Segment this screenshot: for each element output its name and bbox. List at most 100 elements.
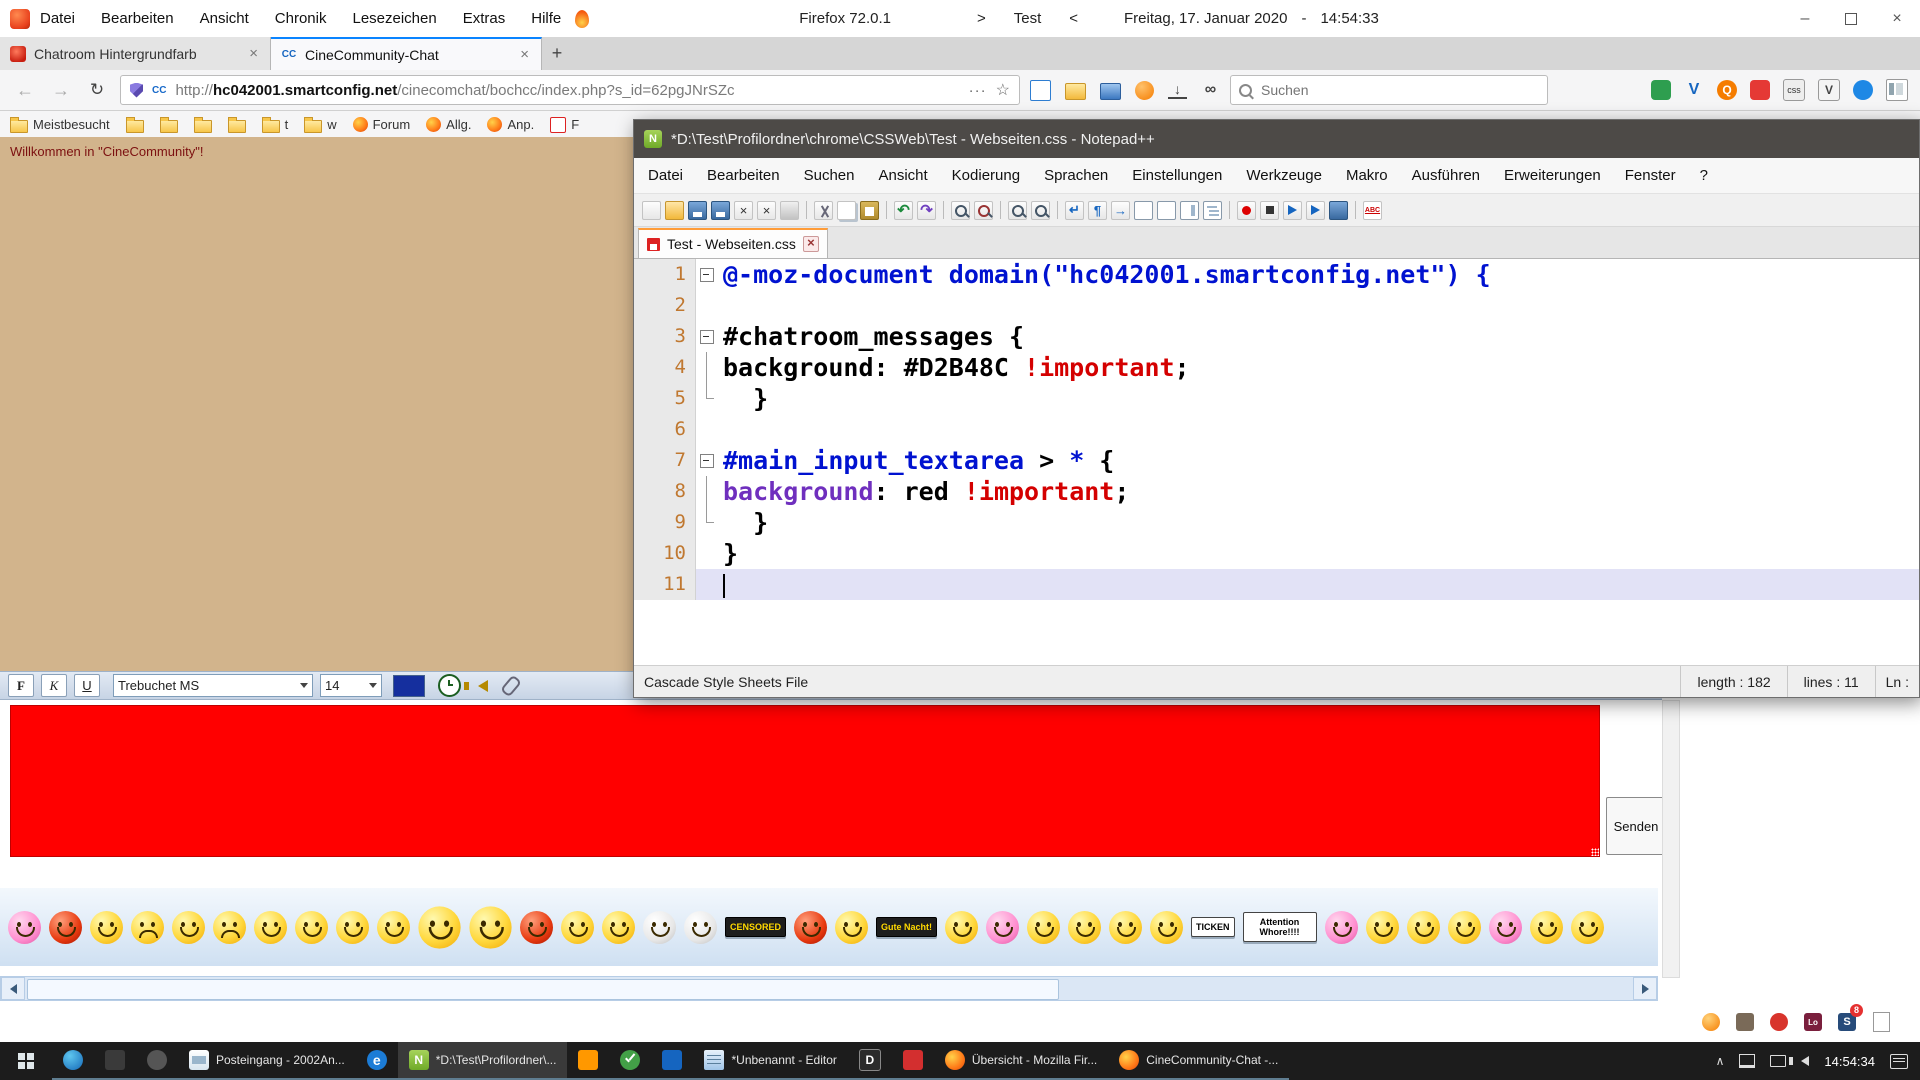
menubar-item[interactable]: Kodierung [952, 167, 1020, 184]
toolbar-icon[interactable] [1260, 201, 1279, 220]
emoticon[interactable] [1150, 911, 1183, 944]
menubar-item[interactable]: Bearbeiten [101, 10, 174, 27]
bookmark-item[interactable]: w [304, 117, 336, 133]
status-icon[interactable] [1734, 1011, 1756, 1033]
minimize-button[interactable]: – [1782, 0, 1828, 37]
bookmark-item[interactable] [194, 117, 212, 133]
toolbar-icon[interactable] [1237, 201, 1256, 220]
toolbar-icon[interactable] [1008, 201, 1027, 220]
taskbar-item[interactable] [848, 1042, 892, 1080]
font-color-swatch[interactable] [393, 675, 425, 697]
scrollbar-thumb[interactable] [27, 979, 1059, 1000]
emoticon[interactable] [1489, 911, 1522, 944]
url-bar[interactable]: CC http://hc042001.smartconfig.net/cinec… [120, 75, 1020, 105]
code-line[interactable]: 10} [634, 538, 1919, 569]
menubar-item[interactable]: Werkzeuge [1246, 167, 1322, 184]
tracking-shield-icon[interactable] [130, 83, 143, 98]
code-line[interactable]: 2 [634, 290, 1919, 321]
emoticon[interactable] [254, 911, 287, 944]
toolbar-icon[interactable] [1355, 201, 1356, 219]
code-line[interactable]: 9 } [634, 507, 1919, 538]
emoticon[interactable] [643, 911, 676, 944]
extension-icon[interactable]: V [1684, 80, 1704, 100]
search-input[interactable] [1259, 81, 1539, 99]
horizontal-scrollbar[interactable] [0, 976, 1658, 1001]
taskbar-item[interactable]: Posteingang - 2002An... [178, 1042, 356, 1080]
vertical-scrollbar[interactable] [1662, 700, 1680, 978]
clock-icon[interactable] [438, 674, 461, 697]
emoticon[interactable] [1366, 911, 1399, 944]
menubar-item[interactable]: Chronik [275, 10, 327, 27]
toolbar-icon[interactable] [1100, 83, 1121, 100]
emoticon[interactable] [794, 911, 827, 944]
extension-icon[interactable] [1750, 80, 1770, 100]
extension-icon[interactable]: css [1783, 79, 1805, 101]
toolbar-icon[interactable]: ↵ [1065, 201, 1084, 220]
emoticon[interactable] [602, 911, 635, 944]
extension-icon[interactable]: V [1818, 79, 1840, 101]
emoticon[interactable] [1571, 911, 1604, 944]
menubar-item[interactable]: Suchen [804, 167, 855, 184]
toolbar-icon[interactable] [665, 201, 684, 220]
toolbar-icon[interactable] [1000, 201, 1001, 219]
code-line[interactable]: 1@-moz-document domain("hc042001.smartco… [634, 259, 1919, 290]
extension-icon[interactable]: Q [1717, 80, 1737, 100]
emoticon[interactable] [835, 911, 868, 944]
toolbar-icon[interactable] [780, 201, 799, 220]
resize-handle[interactable] [1591, 848, 1599, 856]
bookmark-star-icon[interactable]: ☆ [996, 80, 1010, 100]
toolbar-icon[interactable] [1057, 201, 1058, 219]
tab-chatroom-hintergrundfarbe[interactable]: Chatroom Hintergrundfarb × [0, 37, 271, 70]
bold-button[interactable]: F [8, 674, 34, 697]
toolbar-icon[interactable] [1203, 201, 1222, 220]
bookmark-item[interactable] [160, 117, 178, 133]
italic-button[interactable]: K [41, 674, 67, 697]
maximize-button[interactable] [1828, 0, 1874, 37]
menubar-item[interactable]: Lesezeichen [352, 10, 436, 27]
network-icon[interactable] [1739, 1054, 1755, 1068]
toolbar-icon[interactable]: ↓ [1168, 82, 1187, 99]
code-line[interactable]: 6 [634, 414, 1919, 445]
url-text[interactable]: http://hc042001.smartconfig.net/cinecomc… [175, 82, 734, 99]
toolbar-icon[interactable] [1180, 201, 1199, 220]
toolbar-icon[interactable]: ↷ [917, 201, 936, 220]
toolbar-icon[interactable] [1157, 201, 1176, 220]
taskbar-item[interactable]: *Unbenannt - Editor [693, 1042, 847, 1080]
scroll-left-button[interactable] [1, 977, 25, 1000]
toolbar-icon[interactable] [1030, 80, 1051, 101]
font-size-select[interactable]: 14 [320, 674, 382, 697]
menubar-item[interactable]: Datei [648, 167, 683, 184]
notepad-titlebar[interactable]: N *D:\Test\Profilordner\chrome\CSSWeb\Te… [634, 120, 1919, 158]
status-icon[interactable]: S 8 [1836, 1011, 1858, 1033]
volume-icon[interactable] [1801, 1056, 1809, 1066]
emoticon[interactable] [295, 911, 328, 944]
notepad-editor[interactable]: 1@-moz-document domain("hc042001.smartco… [634, 259, 1919, 665]
toolbar-icon[interactable] [974, 201, 993, 220]
toolbar-icon[interactable] [1135, 81, 1154, 100]
menubar-item[interactable]: Bearbeiten [707, 167, 780, 184]
emoticon[interactable] [131, 911, 164, 944]
taskbar-item[interactable] [651, 1042, 693, 1080]
toolbar-icon[interactable] [688, 201, 707, 220]
emoticon[interactable] [561, 911, 594, 944]
emoticon[interactable] [986, 911, 1019, 944]
notepad-tab[interactable]: Test - Webseiten.css × [638, 228, 828, 258]
taskbar-item[interactable] [94, 1042, 136, 1080]
emoticon[interactable] [1109, 911, 1142, 944]
emoticon[interactable] [1448, 911, 1481, 944]
emoticon[interactable] [1530, 911, 1563, 944]
tab-close-icon[interactable]: × [803, 236, 819, 252]
toolbar-icon[interactable] [886, 201, 887, 219]
toolbar-icon[interactable]: × [734, 201, 753, 220]
status-icon[interactable] [1768, 1011, 1790, 1033]
toolbar-icon[interactable] [1283, 201, 1302, 220]
menubar-item[interactable]: Ansicht [200, 10, 249, 27]
toolbar-icon[interactable] [1134, 201, 1153, 220]
bookmark-item[interactable]: Allg. [426, 117, 471, 132]
toolbar-icon[interactable] [1031, 201, 1050, 220]
toolbar-icon[interactable]: ABC [1363, 201, 1382, 220]
toolbar-icon[interactable] [1229, 201, 1230, 219]
toolbar-icon[interactable] [711, 201, 730, 220]
status-icon[interactable] [1870, 1011, 1892, 1033]
toolbar-icon[interactable] [943, 201, 944, 219]
